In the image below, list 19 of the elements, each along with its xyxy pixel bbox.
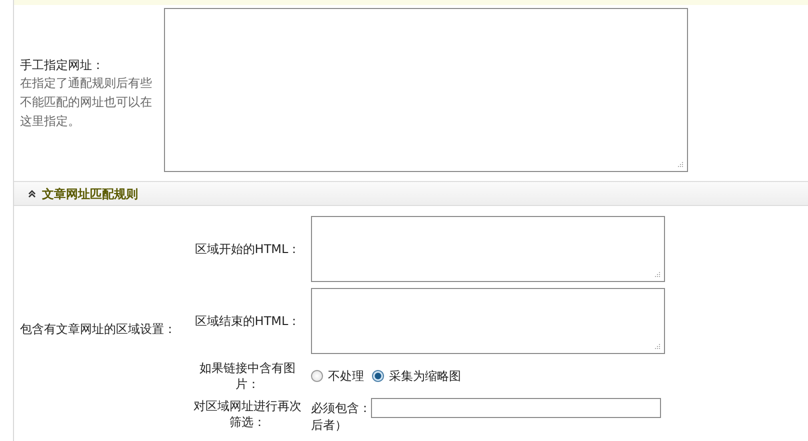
text-input[interactable]: [371, 398, 661, 418]
radio-label: 采集为缩略图: [389, 368, 461, 385]
collapse-icon[interactable]: [28, 188, 36, 198]
radio-button[interactable]: [372, 370, 384, 382]
text-area[interactable]: [311, 288, 665, 354]
field-label: 对区域网址进行再次筛选：: [192, 398, 302, 430]
field-label: 区域结束的HTML：: [194, 313, 302, 329]
field-label: 如果链接中含有图片：: [198, 360, 296, 392]
hint-text: 在指定了通配规则后有些不能匹配的网址也可以在这里指定。: [20, 74, 153, 130]
radio-label: 不处理: [328, 368, 364, 385]
field-label: 必须包含：: [311, 400, 371, 417]
note-text: 后者）: [311, 418, 348, 432]
field-label: 包含有文章网址的区域设置：: [20, 321, 176, 338]
field-label: 区域开始的HTML：: [194, 241, 302, 257]
field-label: 手工指定网址：: [20, 56, 105, 74]
radio-button[interactable]: [311, 370, 323, 382]
text-area[interactable]: [311, 216, 665, 282]
section-header[interactable]: 文章网址匹配规则: [14, 182, 808, 206]
section-title: 文章网址匹配规则: [42, 186, 138, 202]
